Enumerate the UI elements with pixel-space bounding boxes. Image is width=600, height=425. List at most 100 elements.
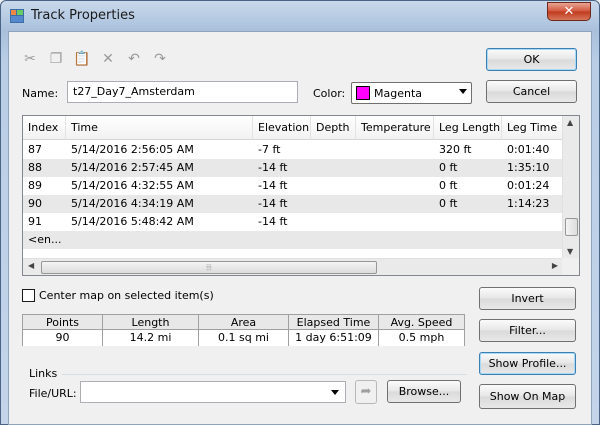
cancel-button[interactable]: Cancel bbox=[486, 80, 577, 103]
cell-temperature bbox=[356, 231, 434, 249]
stat-value: 1 day 6:51:09 bbox=[289, 330, 378, 346]
edit-toolbar: ✂ ❐ 📋 ✕ ↶ ↷ bbox=[21, 50, 169, 70]
column-header-leg-time[interactable]: Leg Time bbox=[502, 116, 563, 140]
name-label: Name: bbox=[22, 87, 59, 100]
name-field[interactable]: t27_Day7_Amsterdam bbox=[67, 81, 298, 103]
cell-leg-time: 0:01:24 bbox=[507, 179, 550, 192]
cell-elevation: -14 ft bbox=[258, 161, 288, 174]
column-header-leg-length[interactable]: Leg Length bbox=[434, 116, 502, 140]
group-divider bbox=[62, 374, 467, 375]
undo-icon[interactable]: ↶ bbox=[125, 50, 143, 68]
stat-elapsed-time: Elapsed Time 1 day 6:51:09 bbox=[289, 315, 379, 346]
center-map-checkbox[interactable] bbox=[22, 289, 35, 302]
cell-depth bbox=[311, 141, 356, 159]
links-group-title: Links bbox=[29, 367, 58, 380]
links-group: Links File/URL: ➦ Browse... bbox=[22, 367, 471, 419]
track-statistics: Points 90 Length 14.2 mi Area 0.1 sq mi … bbox=[22, 314, 465, 346]
cell-temperature bbox=[356, 177, 434, 195]
show-profile-button[interactable]: Show Profile... bbox=[479, 352, 576, 375]
table-row[interactable]: <en... bbox=[23, 231, 563, 249]
scroll-down-icon[interactable]: ▼ bbox=[567, 247, 573, 256]
cell-elevation: -7 ft bbox=[258, 143, 281, 156]
vertical-scroll-thumb[interactable] bbox=[565, 218, 578, 236]
cell-time: 5/14/2016 5:48:42 AM bbox=[71, 215, 194, 228]
cut-icon[interactable]: ✂ bbox=[21, 50, 39, 68]
cell-index: <en... bbox=[28, 233, 62, 246]
stat-area: Area 0.1 sq mi bbox=[199, 315, 289, 346]
cell-index: 90 bbox=[28, 197, 42, 210]
cell-leg-time bbox=[502, 231, 563, 249]
color-swatch bbox=[356, 86, 370, 100]
stat-avg-speed: Avg. Speed 0.5 mph bbox=[379, 315, 464, 346]
chevron-down-icon[interactable] bbox=[331, 390, 339, 395]
cell-leg-time: 0:01:40 bbox=[507, 143, 550, 156]
chevron-down-icon bbox=[459, 89, 467, 94]
column-header-elevation[interactable]: Elevation bbox=[253, 116, 311, 140]
close-icon: ✕ bbox=[563, 4, 575, 19]
copy-icon[interactable]: ❐ bbox=[47, 50, 65, 68]
table-header: Index Time Elevation Depth Temperature L… bbox=[23, 116, 563, 140]
stat-header: Length bbox=[103, 315, 198, 330]
stat-header: Points bbox=[23, 315, 102, 330]
cell-index: 91 bbox=[28, 215, 42, 228]
cell-depth bbox=[311, 177, 356, 195]
cell-temperature bbox=[356, 195, 434, 213]
cell-time bbox=[66, 231, 253, 249]
cell-temperature bbox=[356, 159, 434, 177]
cell-index: 87 bbox=[28, 143, 42, 156]
cell-leg-time: 1:14:23 bbox=[507, 197, 550, 210]
column-header-index[interactable]: Index bbox=[23, 116, 66, 140]
filter-button[interactable]: Filter... bbox=[479, 319, 576, 342]
invert-button[interactable]: Invert bbox=[479, 287, 576, 310]
table-row[interactable]: 87 5/14/2016 2:56:05 AM -7 ft 320 ft 0:01:40 bbox=[23, 141, 563, 159]
paste-icon[interactable]: 📋 bbox=[73, 50, 91, 68]
column-header-temperature[interactable]: Temperature bbox=[356, 116, 434, 140]
cell-time: 5/14/2016 4:32:55 AM bbox=[71, 179, 194, 192]
cell-elevation: -14 ft bbox=[258, 179, 288, 192]
browse-button[interactable]: Browse... bbox=[387, 380, 461, 403]
table-row[interactable]: 91 5/14/2016 5:48:42 AM -14 ft bbox=[23, 213, 563, 231]
arrow-right-icon: ➦ bbox=[360, 384, 372, 399]
track-properties-window: Track Properties ✕ ✂ ❐ 📋 ✕ ↶ ↷ OK Cancel… bbox=[0, 0, 600, 425]
title-bar[interactable]: Track Properties ✕ bbox=[1, 1, 599, 31]
cell-elevation: -14 ft bbox=[258, 215, 288, 228]
cell-leg-length: 320 ft bbox=[439, 143, 472, 156]
column-header-time[interactable]: Time bbox=[66, 116, 253, 140]
track-points-table[interactable]: Index Time Elevation Depth Temperature L… bbox=[22, 115, 580, 276]
cell-elevation: -14 ft bbox=[258, 197, 288, 210]
column-header-depth[interactable]: Depth bbox=[311, 116, 356, 140]
cell-index: 89 bbox=[28, 179, 42, 192]
scroll-right-icon[interactable]: ▶ bbox=[552, 261, 558, 270]
cell-depth bbox=[311, 195, 356, 213]
table-row[interactable]: 88 5/14/2016 2:57:45 AM -14 ft 0 ft 1:35:10 bbox=[23, 159, 563, 177]
ok-button[interactable]: OK bbox=[486, 48, 577, 71]
cell-leg-length bbox=[434, 213, 502, 231]
cell-leg-length: 0 ft bbox=[439, 161, 458, 174]
horizontal-scrollbar[interactable]: ◀ ⦙⦙⦙ ▶ bbox=[23, 258, 563, 275]
track-app-icon bbox=[10, 9, 24, 23]
cell-depth bbox=[311, 231, 356, 249]
stat-points: Points 90 bbox=[23, 315, 103, 346]
table-row[interactable]: 90 5/14/2016 4:34:19 AM -14 ft 0 ft 1:14:23 bbox=[23, 195, 563, 213]
table-body: 87 5/14/2016 2:56:05 AM -7 ft 320 ft 0:01:40… bbox=[23, 141, 563, 249]
redo-icon[interactable]: ↷ bbox=[151, 50, 169, 68]
cell-temperature bbox=[356, 141, 434, 159]
scroll-left-icon[interactable]: ◀ bbox=[28, 261, 34, 270]
cell-leg-length bbox=[434, 231, 502, 249]
scroll-up-icon[interactable]: ▲ bbox=[567, 118, 573, 127]
cell-time: 5/14/2016 2:57:45 AM bbox=[71, 161, 194, 174]
vertical-scrollbar[interactable]: ▲ ▼ bbox=[562, 116, 579, 258]
center-map-label[interactable]: Center map on selected item(s) bbox=[39, 289, 214, 302]
open-link-button[interactable]: ➦ bbox=[355, 380, 377, 404]
horizontal-scroll-thumb[interactable]: ⦙⦙⦙ bbox=[41, 261, 377, 274]
color-dropdown[interactable]: Magenta bbox=[351, 82, 472, 104]
show-on-map-button[interactable]: Show On Map bbox=[479, 384, 576, 409]
close-button[interactable]: ✕ bbox=[547, 2, 591, 21]
cell-depth bbox=[311, 213, 356, 231]
delete-icon[interactable]: ✕ bbox=[99, 50, 117, 68]
table-row[interactable]: 89 5/14/2016 4:32:55 AM -14 ft 0 ft 0:01:24 bbox=[23, 177, 563, 195]
dialog-client: ✂ ❐ 📋 ✕ ↶ ↷ OK Cancel Name: t27_Day7_Ams… bbox=[8, 31, 592, 425]
file-url-combo[interactable] bbox=[80, 381, 346, 403]
window-title: Track Properties bbox=[31, 8, 135, 23]
color-label: Color: bbox=[313, 87, 346, 100]
